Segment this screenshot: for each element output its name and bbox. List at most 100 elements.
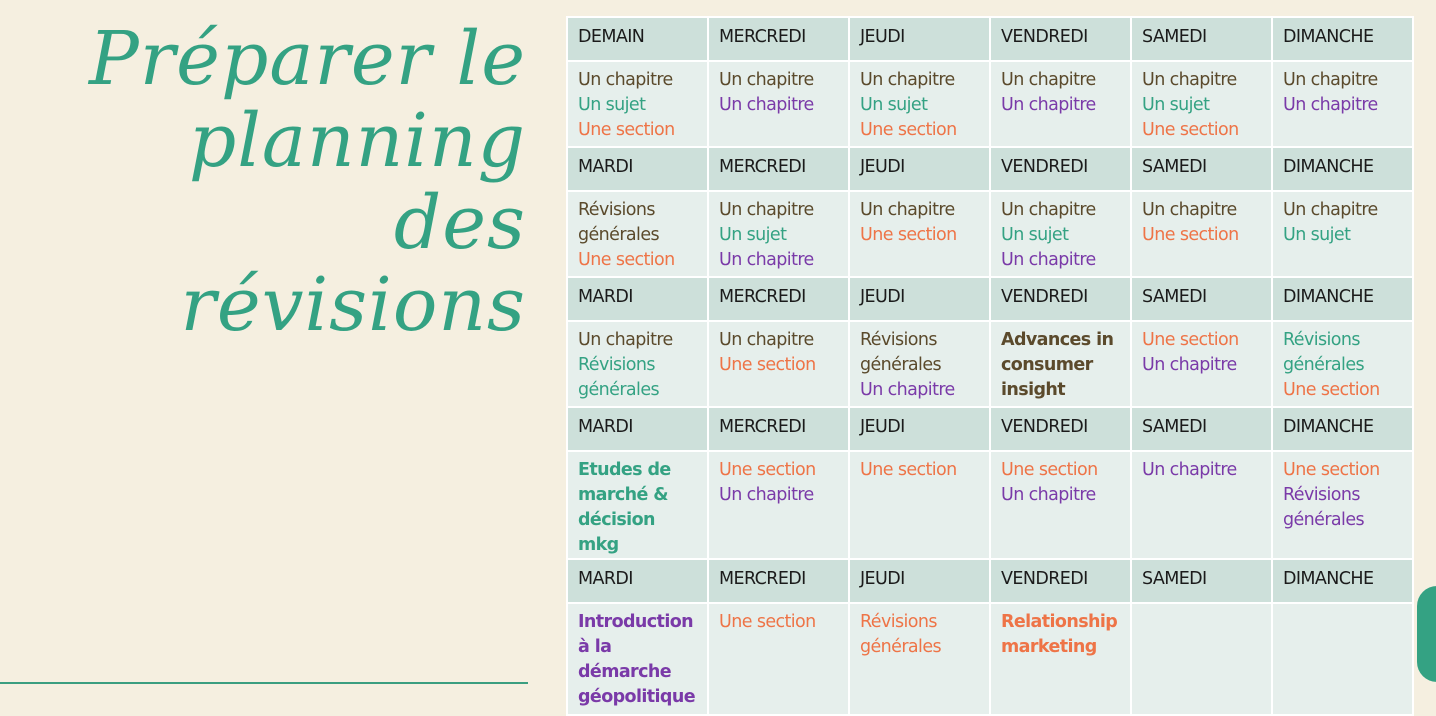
task-row: Introduction à la démarche géopolitique U… <box>566 602 1414 716</box>
day-header-cell: MARDI <box>566 276 709 322</box>
task-item: Une section <box>860 120 957 140</box>
day-header-cell: MERCREDI <box>707 558 850 604</box>
day-header-cell: JEUDI <box>848 146 991 192</box>
day-header-cell: VENDREDI <box>989 16 1132 62</box>
task-item: Un chapitre <box>1283 200 1378 220</box>
task-item: Une section <box>1142 330 1239 350</box>
revision-schedule-table: DEMAIN MERCREDI JEUDI VENDREDI SAMEDI DIMANCH… <box>566 16 1414 716</box>
task-cell: Etudes de marché & décision mkg <box>566 450 709 560</box>
task-item: Un sujet <box>860 95 928 115</box>
task-item: Révisions générales <box>1283 330 1365 375</box>
task-cell: Un chapitre Un sujet Une section <box>1130 60 1273 148</box>
day-header-cell: DIMANCHE <box>1271 558 1414 604</box>
task-cell: Un chapitre Un sujet <box>1271 190 1414 278</box>
day-header-cell: DIMANCHE <box>1271 146 1414 192</box>
day-header-cell: DEMAIN <box>566 16 709 62</box>
day-header-cell: MERCREDI <box>707 16 850 62</box>
task-item: Révisions générales <box>860 612 942 657</box>
task-item: Un chapitre <box>1001 250 1096 270</box>
task-item: Un chapitre <box>1142 70 1237 90</box>
task-cell: Un chapitre Un sujet Une section <box>848 60 991 148</box>
task-item: Une section <box>719 355 816 375</box>
day-header-cell: SAMEDI <box>1130 16 1273 62</box>
task-cell: Une section Révisions générales <box>1271 450 1414 560</box>
day-header-row: MARDI MERCREDI JEUDI VENDREDI SAMEDI DIMANCHE <box>566 558 1414 604</box>
task-item: Une section <box>578 250 675 270</box>
task-item: Un sujet <box>1283 225 1351 245</box>
task-cell: Un chapitre Un sujet Un chapitre <box>707 190 850 278</box>
title-line: planning <box>188 98 526 184</box>
task-item: Un chapitre <box>860 380 955 400</box>
task-item: Un chapitre <box>1142 200 1237 220</box>
task-cell: Un chapitre Un sujet Une section <box>566 60 709 148</box>
day-header-cell: MERCREDI <box>707 276 850 322</box>
task-item: Une section <box>1142 120 1239 140</box>
task-item: Un chapitre <box>1142 355 1237 375</box>
day-header-row: DEMAIN MERCREDI JEUDI VENDREDI SAMEDI DIMANCH… <box>566 16 1414 62</box>
task-cell: Un chapitre Un chapitre <box>707 60 850 148</box>
task-item: Une section <box>719 612 816 632</box>
day-header-cell: VENDREDI <box>989 406 1132 452</box>
day-header-cell: MARDI <box>566 146 709 192</box>
day-header-cell: SAMEDI <box>1130 276 1273 322</box>
day-header-cell: MARDI <box>566 406 709 452</box>
task-item: Un chapitre <box>860 200 955 220</box>
task-cell: Un chapitre <box>1130 450 1273 560</box>
task-cell: Un chapitre Un chapitre <box>1271 60 1414 148</box>
day-header-cell: VENDREDI <box>989 558 1132 604</box>
task-item: Une section <box>1283 380 1380 400</box>
day-header-cell: SAMEDI <box>1130 146 1273 192</box>
task-cell: Révisions générales Une section <box>566 190 709 278</box>
day-header-cell: JEUDI <box>848 276 991 322</box>
title-line: des <box>393 180 526 266</box>
task-item: Révisions générales <box>578 200 660 245</box>
side-tab-decoration <box>1417 586 1436 682</box>
task-cell: Révisions générales Un chapitre <box>848 320 991 408</box>
task-cell: Une section Un chapitre <box>707 450 850 560</box>
day-header-row: MARDI MERCREDI JEUDI VENDREDI SAMEDI DIMANCHE <box>566 146 1414 192</box>
day-header-row: MARDI MERCREDI JEUDI VENDREDI SAMEDI DIMANCHE <box>566 406 1414 452</box>
task-item: Révisions générales <box>860 330 942 375</box>
task-row: Révisions générales Une section Un chapitr… <box>566 190 1414 278</box>
task-cell: Un chapitre Révisions générales <box>566 320 709 408</box>
task-item: Révisions générales <box>578 355 660 400</box>
task-cell <box>1271 602 1414 716</box>
task-item: Un chapitre <box>1001 95 1096 115</box>
task-cell: Relationship marketing <box>989 602 1132 716</box>
task-cell: Un chapitre Une section <box>848 190 991 278</box>
task-cell: Un chapitre Un sujet Un chapitre <box>989 190 1132 278</box>
title-line: révisions <box>180 262 526 348</box>
task-item: Un chapitre <box>1283 95 1378 115</box>
task-item: Un sujet <box>578 95 646 115</box>
task-item: Introduction à la démarche géopolitique <box>578 612 696 707</box>
task-cell: Révisions générales Une section <box>1271 320 1414 408</box>
divider-line <box>0 682 528 684</box>
day-header-cell: VENDREDI <box>989 146 1132 192</box>
day-header-cell: MARDI <box>566 558 709 604</box>
day-header-cell: VENDREDI <box>989 276 1132 322</box>
task-item: Un chapitre <box>1001 485 1096 505</box>
task-cell: Un chapitre Un chapitre <box>989 60 1132 148</box>
task-item: Une section <box>719 460 816 480</box>
task-item: Un chapitre <box>719 95 814 115</box>
task-item: Une section <box>578 120 675 140</box>
task-item: Un chapitre <box>1283 70 1378 90</box>
task-item: Une section <box>1142 225 1239 245</box>
task-item: Un chapitre <box>860 70 955 90</box>
task-item: Une section <box>1283 460 1380 480</box>
task-cell: Introduction à la démarche géopolitique <box>566 602 709 716</box>
task-item: Etudes de marché & décision mkg <box>578 460 671 555</box>
day-header-cell: SAMEDI <box>1130 406 1273 452</box>
task-item: Révisions générales <box>1283 485 1365 530</box>
day-header-cell: JEUDI <box>848 406 991 452</box>
day-header-cell: DIMANCHE <box>1271 276 1414 322</box>
task-item: Une section <box>860 225 957 245</box>
day-header-cell: DIMANCHE <box>1271 16 1414 62</box>
day-header-cell: JEUDI <box>848 558 991 604</box>
task-item: Un chapitre <box>719 70 814 90</box>
day-header-cell: SAMEDI <box>1130 558 1273 604</box>
task-item: Un chapitre <box>1001 200 1096 220</box>
day-header-cell: JEUDI <box>848 16 991 62</box>
task-cell: Une section Un chapitre <box>1130 320 1273 408</box>
task-cell: Une section <box>707 602 850 716</box>
